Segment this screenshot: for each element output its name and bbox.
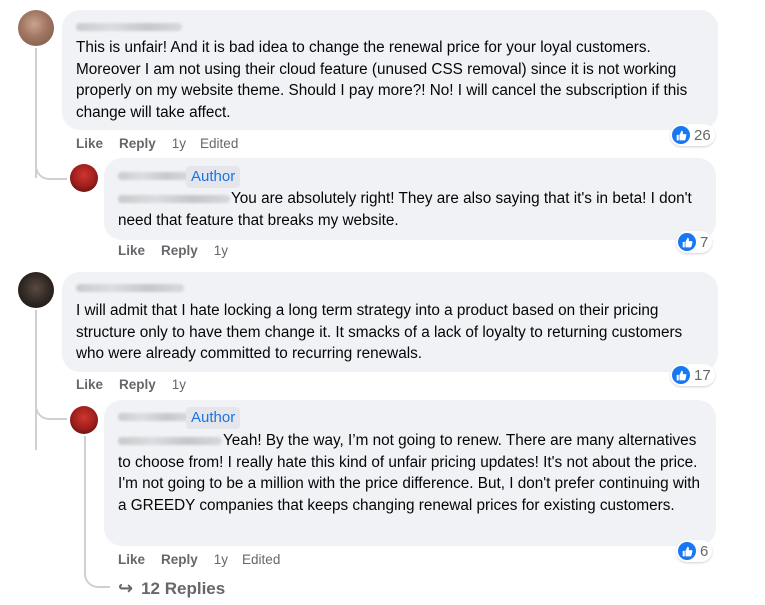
avatar[interactable] <box>18 10 54 46</box>
reaction-count[interactable]: 26 <box>670 124 715 146</box>
like-thumb-icon <box>678 233 696 251</box>
like-button[interactable]: Like <box>118 243 145 258</box>
comment-bubble: I will admit that I hate locking a long … <box>62 272 718 372</box>
reaction-count[interactable]: 7 <box>676 231 713 253</box>
like-button[interactable]: Like <box>76 377 103 392</box>
reply-actions: Like Reply 1y <box>118 243 242 258</box>
edited-label: Edited <box>200 136 239 151</box>
reply-button[interactable]: Reply <box>161 552 198 567</box>
thread-line <box>84 436 86 566</box>
commenter-name-redacted[interactable] <box>76 284 184 292</box>
reply-bubble: Author Yeah! By the way, I’m not going t… <box>104 400 716 546</box>
author-avatar[interactable] <box>70 406 98 434</box>
reply-actions: Like Reply 1y Edited <box>118 552 294 567</box>
like-thumb-icon <box>678 542 696 560</box>
thread-line <box>35 310 37 450</box>
reaction-count[interactable]: 6 <box>676 540 713 562</box>
timestamp[interactable]: 1y <box>214 243 228 258</box>
like-button[interactable]: Like <box>76 136 103 151</box>
timestamp[interactable]: 1y <box>172 136 186 151</box>
edited-label: Edited <box>242 552 281 567</box>
author-avatar[interactable] <box>70 164 98 192</box>
view-replies-link[interactable]: ↪ 12 Replies <box>118 578 225 599</box>
reaction-count[interactable]: 17 <box>670 364 715 386</box>
reply-bubble: Author You are absolutely right! They ar… <box>104 158 716 240</box>
mention-redacted[interactable] <box>118 436 222 445</box>
comment-actions: Like Reply 1y <box>76 377 200 392</box>
author-badge: Author <box>186 166 241 188</box>
thread-connector <box>35 160 67 180</box>
author-badge: Author <box>186 407 241 429</box>
timestamp[interactable]: 1y <box>172 377 186 392</box>
like-thumb-icon <box>672 126 690 144</box>
like-thumb-icon <box>672 366 690 384</box>
reply-button[interactable]: Reply <box>161 243 198 258</box>
timestamp[interactable]: 1y <box>214 552 228 567</box>
reply-arrow-icon: ↪ <box>118 578 134 598</box>
mention-redacted[interactable] <box>118 194 230 203</box>
reply-text: You are absolutely right! They are also … <box>118 190 692 229</box>
avatar[interactable] <box>18 272 54 308</box>
comment-text: This is unfair! And it is bad idea to ch… <box>76 39 688 121</box>
comment-actions: Like Reply 1y Edited <box>76 136 252 151</box>
author-name-redacted[interactable] <box>118 413 190 421</box>
comment-bubble: This is unfair! And it is bad idea to ch… <box>62 10 718 130</box>
like-button[interactable]: Like <box>118 552 145 567</box>
thread-connector <box>35 400 67 420</box>
thread-line <box>35 48 37 178</box>
commenter-name-redacted[interactable] <box>76 23 182 31</box>
comment-text: I will admit that I hate locking a long … <box>76 302 683 362</box>
author-name-redacted[interactable] <box>118 172 190 180</box>
reply-text: Yeah! By the way, I’m not going to renew… <box>118 432 701 514</box>
thread-connector <box>84 566 110 588</box>
reply-button[interactable]: Reply <box>119 377 156 392</box>
reply-button[interactable]: Reply <box>119 136 156 151</box>
